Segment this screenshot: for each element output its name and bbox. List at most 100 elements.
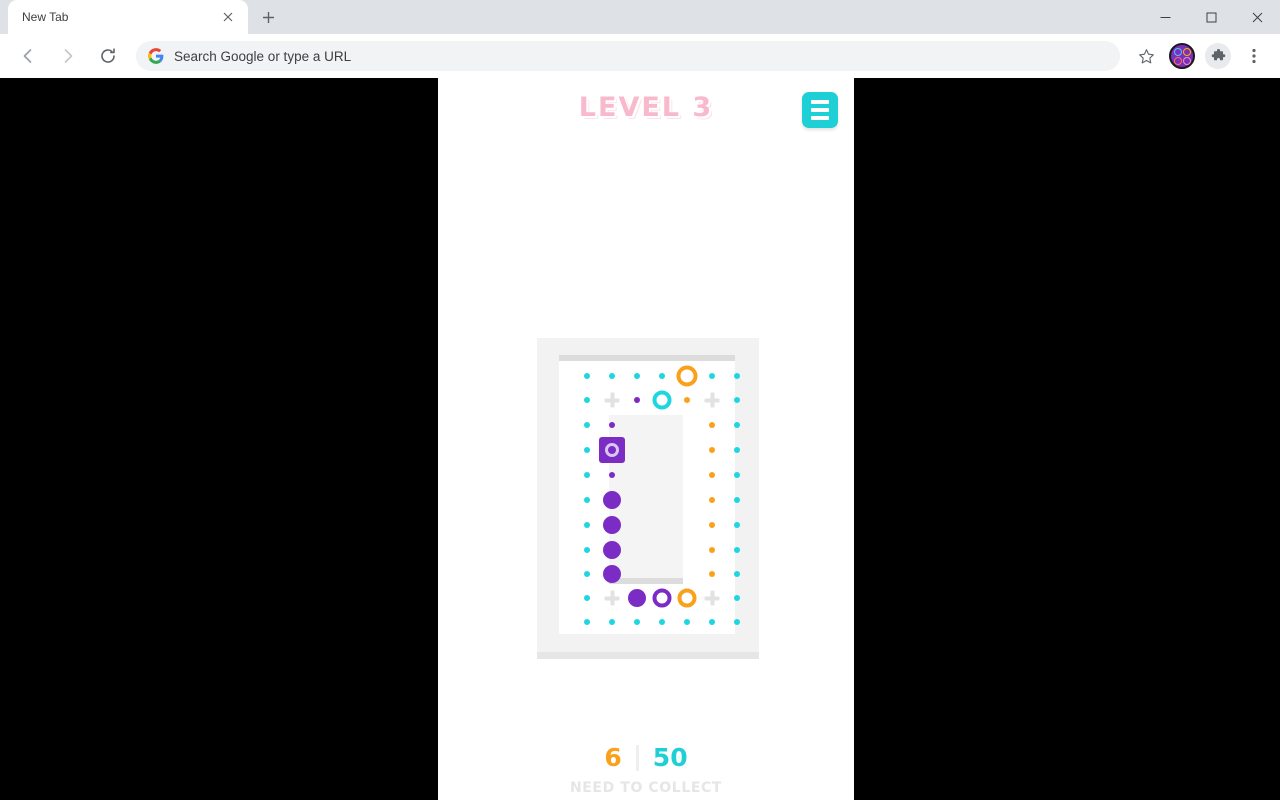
browser-tab[interactable]: New Tab [8, 0, 248, 34]
dot-cyan-small[interactable] [659, 619, 665, 625]
search-input[interactable]: Search Google or type a URL [174, 49, 351, 64]
window-maximize-button[interactable] [1188, 0, 1234, 34]
dot-cyan-small[interactable] [584, 472, 590, 478]
ring-orange[interactable] [677, 588, 697, 608]
dot-purple-small[interactable] [634, 397, 640, 403]
profile-avatar-icon[interactable] [1167, 41, 1197, 71]
dot-cyan-small[interactable] [709, 619, 715, 625]
game-header: LEVEL 3 [438, 78, 854, 148]
dot-purple-large[interactable] [628, 589, 646, 607]
reload-button[interactable] [92, 40, 124, 72]
three-dot-menu-icon[interactable] [1239, 41, 1269, 71]
score-row: 6 50 [438, 743, 854, 772]
dot-cyan-small[interactable] [584, 547, 590, 553]
dot-orange-small[interactable] [709, 522, 715, 528]
game-canvas[interactable]: LEVEL 3 6 50 NEED TO COLLECT [438, 78, 854, 800]
plus-marker[interactable] [704, 392, 720, 408]
dot-token [734, 422, 740, 428]
dot-orange-small[interactable] [709, 447, 715, 453]
dot-cyan-small[interactable] [734, 472, 740, 478]
dot-cyan-small[interactable] [684, 619, 690, 625]
ring-cyan[interactable] [652, 390, 672, 410]
dot-token [734, 571, 740, 577]
dot-token [634, 619, 640, 625]
score-panel: 6 50 NEED TO COLLECT [438, 743, 854, 796]
dot-cyan-small[interactable] [709, 373, 715, 379]
dot-token [609, 422, 615, 428]
dot-cyan-small[interactable] [734, 522, 740, 528]
plus-marker[interactable] [704, 590, 720, 606]
window-minimize-button[interactable] [1142, 0, 1188, 34]
dot-cyan-small[interactable] [734, 547, 740, 553]
browser-chrome: New Tab Search Google or type a URL [0, 0, 1280, 78]
dot-purple-large[interactable] [603, 565, 621, 583]
dot-cyan-small[interactable] [634, 373, 640, 379]
dot-cyan-small[interactable] [734, 373, 740, 379]
dot-orange-small[interactable] [684, 397, 690, 403]
dot-cyan-small[interactable] [609, 619, 615, 625]
page-title: LEVEL 3 [578, 92, 714, 123]
dot-cyan-small[interactable] [634, 619, 640, 625]
dot-purple-large[interactable] [603, 516, 621, 534]
dot-cyan-small[interactable] [734, 397, 740, 403]
dot-cyan-small[interactable] [584, 619, 590, 625]
dot-cyan-small[interactable] [734, 571, 740, 577]
dot-cyan-small[interactable] [584, 497, 590, 503]
dot-orange-small[interactable] [709, 497, 715, 503]
dot-cyan-small[interactable] [584, 397, 590, 403]
dot-cyan-small[interactable] [584, 571, 590, 577]
dot-cyan-small[interactable] [734, 619, 740, 625]
ring-purple[interactable] [652, 588, 672, 608]
window-close-button[interactable] [1234, 0, 1280, 34]
google-g-icon [148, 48, 164, 64]
square-purple-ring[interactable] [599, 437, 625, 463]
dot-token [709, 447, 715, 453]
ring-token [652, 588, 672, 608]
dot-cyan-small[interactable] [584, 595, 590, 601]
dot-cyan-small[interactable] [584, 373, 590, 379]
dot-cyan-small[interactable] [584, 522, 590, 528]
dot-purple-large[interactable] [603, 491, 621, 509]
dot-orange-small[interactable] [709, 547, 715, 553]
address-bar[interactable]: Search Google or type a URL [136, 41, 1120, 71]
menu-bar-line-2 [811, 108, 829, 112]
dot-cyan-small[interactable] [584, 422, 590, 428]
dot-cyan-small[interactable] [659, 373, 665, 379]
board-bottom-rail [537, 652, 759, 659]
menu-bar-line-1 [811, 100, 829, 104]
score-total: 50 [652, 743, 688, 772]
browser-toolbar: Search Google or type a URL [0, 34, 1280, 78]
hamburger-menu-icon[interactable] [802, 92, 838, 128]
score-caption: NEED TO COLLECT [569, 780, 723, 796]
new-tab-button[interactable] [254, 3, 282, 31]
dot-purple-small[interactable] [609, 422, 615, 428]
dot-token [603, 491, 621, 509]
game-board[interactable] [537, 338, 759, 659]
back-button[interactable] [12, 40, 44, 72]
dot-token [734, 522, 740, 528]
dot-token [584, 397, 590, 403]
dot-purple-small[interactable] [609, 472, 615, 478]
extensions-puzzle-icon[interactable] [1203, 41, 1233, 71]
puzzle-piece-icon [1205, 43, 1231, 69]
plus-marker[interactable] [604, 590, 620, 606]
dot-cyan-small[interactable] [734, 447, 740, 453]
forward-button[interactable] [52, 40, 84, 72]
ring-orange[interactable] [676, 365, 698, 387]
dot-token [603, 565, 621, 583]
dot-token [609, 472, 615, 478]
avatar [1169, 43, 1195, 69]
dot-orange-small[interactable] [709, 422, 715, 428]
dot-purple-large[interactable] [603, 541, 621, 559]
bookmark-star-icon[interactable] [1131, 41, 1161, 71]
dot-cyan-small[interactable] [734, 422, 740, 428]
dot-cyan-small[interactable] [734, 497, 740, 503]
dot-cyan-small[interactable] [609, 373, 615, 379]
dot-orange-small[interactable] [709, 571, 715, 577]
dot-token [628, 589, 646, 607]
dot-cyan-small[interactable] [584, 447, 590, 453]
plus-marker[interactable] [604, 392, 620, 408]
dot-orange-small[interactable] [709, 472, 715, 478]
dot-cyan-small[interactable] [734, 595, 740, 601]
close-icon[interactable] [218, 7, 238, 27]
